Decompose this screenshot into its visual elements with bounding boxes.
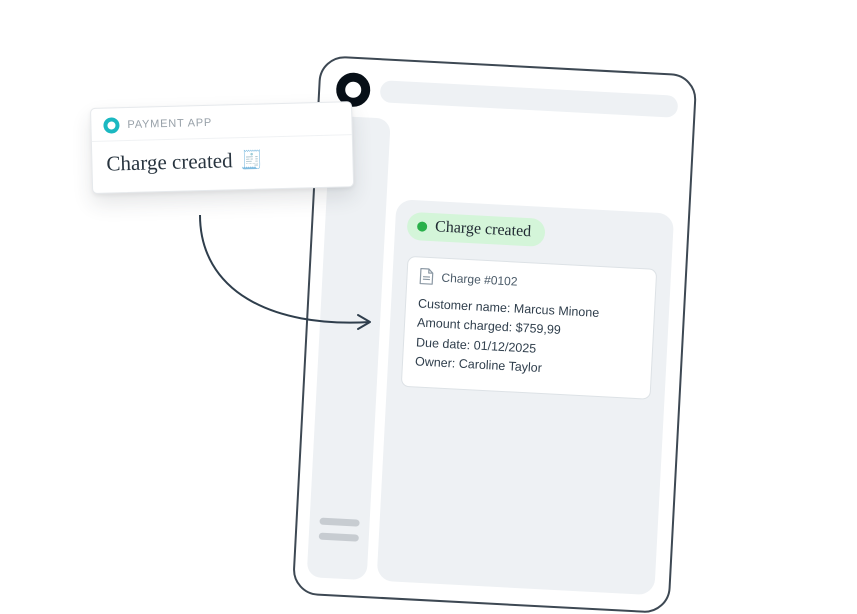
notification-card[interactable]: PAYMENT APP Charge created 🧾 [90,101,354,194]
status-badge: Charge created [406,212,545,247]
payment-app-icon [103,117,119,133]
charge-card-title: Charge #0102 [441,270,518,288]
sidebar-item[interactable] [319,533,359,542]
main-panel: Charge created Charge #0102 [377,199,675,595]
charge-details: Customer name: Marcus Minone Amount char… [415,294,643,383]
document-icon [419,268,434,286]
notification-body: Charge created 🧾 [92,135,353,193]
status-label: Charge created [435,218,532,241]
sidebar-item[interactable] [319,518,359,527]
notification-app-name: PAYMENT APP [127,117,212,131]
connector-arrow-icon [180,210,410,350]
charge-card[interactable]: Charge #0102 Customer name: Marcus Minon… [401,256,657,399]
notification-title: Charge created [106,148,233,176]
status-dot-icon [417,221,428,232]
receipt-icon: 🧾 [240,149,263,171]
charge-card-header: Charge #0102 [419,268,644,297]
